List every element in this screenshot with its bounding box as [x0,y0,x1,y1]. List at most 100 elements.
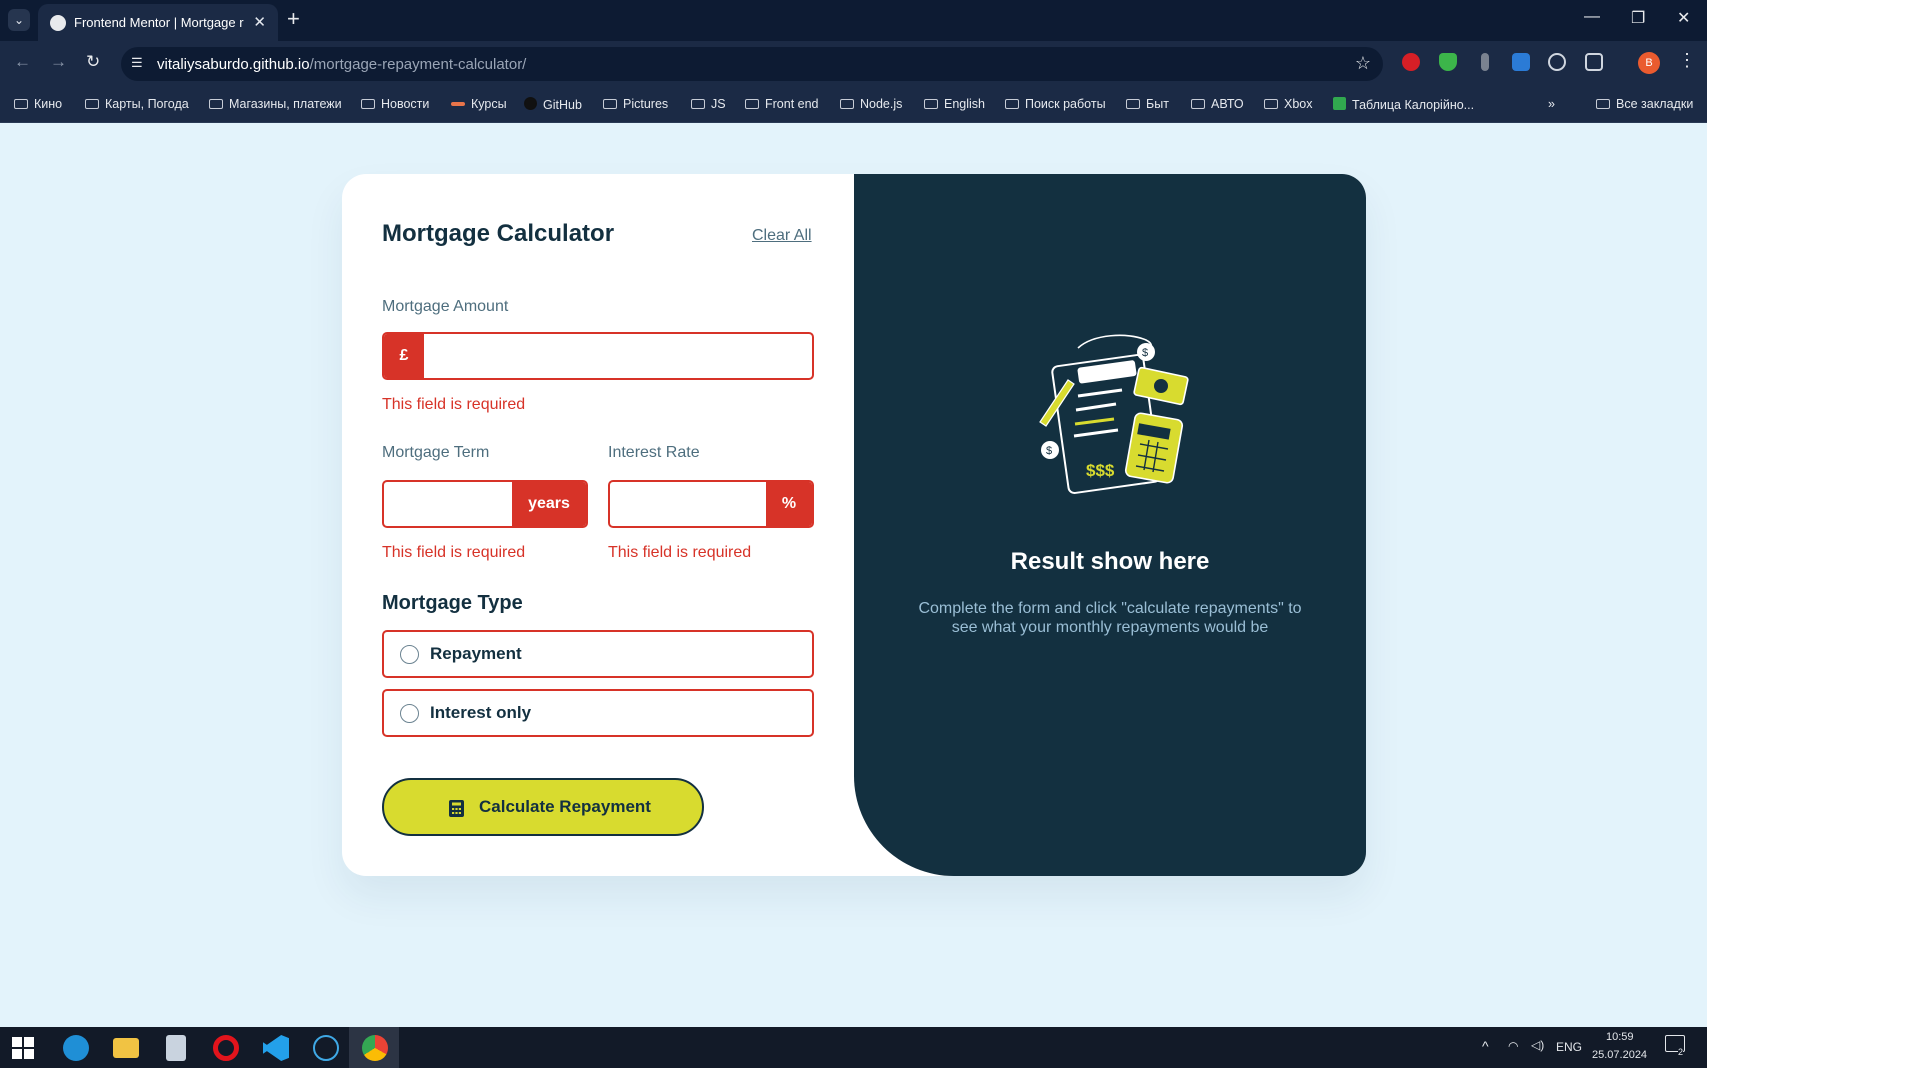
folder-icon [361,99,375,109]
bookmark-label: Xbox [1284,97,1313,111]
browser-tab[interactable]: Frontend Mentor | Mortgage re ✕ [38,4,278,41]
mortgage-term-input[interactable] [384,482,512,526]
more-bookmarks-icon[interactable]: » [1548,97,1555,111]
empty-results-illustration: $ $ $$$ [1039,334,1189,495]
calculator-card: Mortgage Calculator Clear All Mortgage A… [342,174,1366,876]
bookmark-label: Поиск работы [1025,97,1106,111]
minimize-icon[interactable]: — [1584,8,1600,26]
bookmark-label: Карты, Погода [105,97,189,111]
rate-error: This field is required [608,544,752,561]
sheets-icon [1333,97,1346,110]
address-bar[interactable]: ☰ vitaliysaburdo.github.io/mortgage-repa… [121,47,1383,81]
mortgage-term-label: Mortgage Term [382,444,490,461]
translate-extension-icon[interactable] [1512,53,1530,71]
all-bookmarks-label: Все закладки [1616,97,1694,111]
calculate-repayment-button[interactable]: Calculate Repayment [382,778,704,836]
mortgage-type-label: Mortgage Type [382,592,523,614]
bookmark-label: Новости [381,97,430,111]
calculate-button-label: Calculate Repayment [479,797,651,816]
opera-icon[interactable] [213,1035,239,1061]
windows-start-icon[interactable] [12,1037,34,1059]
file-explorer-icon[interactable] [113,1038,139,1058]
bookmark-item[interactable]: English [924,97,985,111]
globe-app-icon[interactable] [313,1035,339,1061]
adblock-extension-icon[interactable] [1402,53,1420,71]
results-panel: $ $ $$$ Result show here Complete the fo… [854,174,1366,876]
bookmark-item[interactable]: Новости [361,97,429,111]
bookmark-item[interactable]: Кино [14,97,62,111]
radio-circle-icon[interactable] [400,645,419,664]
bookmark-item[interactable]: Front end [745,97,819,111]
results-description: Complete the form and click "calculate r… [918,600,1302,636]
github-icon [524,97,537,110]
svg-text:$: $ [1046,445,1052,457]
bookmark-item[interactable]: GitHub [524,97,582,112]
term-error: This field is required [382,544,526,561]
back-icon[interactable]: ← [14,52,31,72]
react-extension-icon[interactable] [1548,53,1566,71]
reload-icon[interactable]: ↻ [86,52,100,72]
rate-unit-suffix: % [766,482,812,526]
browser-menu-icon[interactable]: ⋮ [1678,50,1696,71]
tab-search-icon[interactable]: ⌄ [8,9,30,31]
results-title: Result show here [1010,548,1210,575]
repayment-option[interactable]: Repayment [382,630,814,678]
calculator-form: Mortgage Calculator Clear All Mortgage A… [342,174,854,876]
chrome-icon[interactable] [362,1035,388,1061]
network-icon[interactable]: ◠ [1508,1039,1518,1053]
bookmark-label: Таблица Калорійно... [1352,98,1475,112]
bookmark-item[interactable]: Node.js [840,97,902,111]
courses-icon [451,102,465,106]
tray-chevron-icon[interactable]: ^ [1482,1038,1489,1054]
interest-rate-input[interactable] [610,482,766,526]
term-unit-suffix: years [512,482,586,526]
bookmark-item[interactable]: Pictures [603,97,668,111]
bookmark-item[interactable]: Xbox [1264,97,1313,111]
folder-icon [840,99,854,109]
bookmark-item[interactable]: Курсы [451,97,507,111]
extensions-puzzle-icon[interactable] [1585,53,1603,71]
clear-all-link[interactable]: Clear All [752,227,812,245]
bookmark-item[interactable]: JS [691,97,726,111]
mortgage-term-field: years [382,480,588,528]
edge-icon[interactable] [63,1035,89,1061]
clock-date[interactable]: 25.07.2024 [1592,1049,1647,1061]
folder-icon [1126,99,1140,109]
tab-title: Frontend Mentor | Mortgage re [74,15,244,30]
svg-text:$$$: $$$ [1086,461,1115,480]
interest-rate-label: Interest Rate [608,444,700,461]
volume-icon[interactable]: ◁) [1531,1038,1544,1052]
bookmark-item[interactable]: Магазины, платежи [209,97,342,111]
calculator-app-icon[interactable] [166,1035,186,1061]
folder-icon [691,99,705,109]
clock-time[interactable]: 10:59 [1606,1031,1634,1043]
dropper-extension-icon[interactable] [1481,53,1489,71]
screen: ⌄ Frontend Mentor | Mortgage re ✕ + — ❐ … [0,0,1707,1068]
shield-extension-icon[interactable] [1439,53,1457,71]
restore-icon[interactable]: ❐ [1631,8,1645,28]
svg-text:$: $ [1142,347,1148,359]
bookmark-item[interactable]: Быт [1126,97,1169,111]
calculator-icon [449,800,464,817]
tab-close-icon[interactable]: ✕ [253,13,266,31]
interest-only-option[interactable]: Interest only [382,689,814,737]
forward-icon[interactable]: → [50,52,67,72]
interest-only-option-label: Interest only [430,703,532,722]
bookmark-item[interactable]: Поиск работы [1005,97,1106,111]
bookmark-item[interactable]: АВТО [1191,97,1244,111]
mortgage-amount-input[interactable] [424,334,812,378]
profile-avatar[interactable]: B [1638,52,1660,74]
site-info-icon[interactable]: ☰ [131,55,143,71]
folder-icon [1596,99,1610,109]
vscode-icon[interactable] [263,1035,289,1061]
close-window-icon[interactable]: ✕ [1677,8,1690,28]
bookmark-item[interactable]: Таблица Калорійно... [1333,97,1474,112]
bookmark-item[interactable]: Карты, Погода [85,97,189,111]
folder-icon [85,99,99,109]
url-text: vitaliysaburdo.github.io/mortgage-repaym… [157,56,526,73]
radio-circle-icon[interactable] [400,704,419,723]
all-bookmarks[interactable]: Все закладки [1596,97,1693,111]
bookmark-star-icon[interactable]: ☆ [1355,53,1371,74]
language-indicator[interactable]: ENG [1556,1040,1582,1054]
new-tab-icon[interactable]: + [287,6,300,32]
